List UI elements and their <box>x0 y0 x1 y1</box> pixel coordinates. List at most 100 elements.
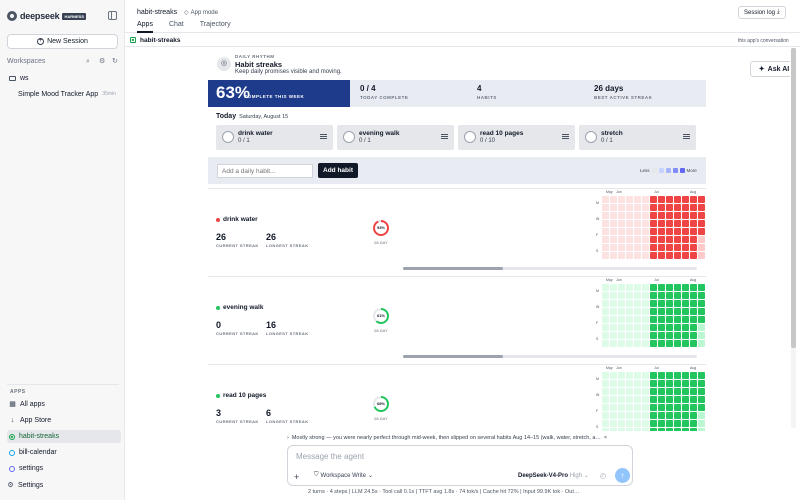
menu-icon[interactable] <box>683 134 690 139</box>
ask-ai-button[interactable]: ✦ Ask AI <box>750 61 790 77</box>
settings-button[interactable]: ⚙ Settings <box>7 482 43 489</box>
app-title: habit-streaks <box>137 9 178 16</box>
history-icon[interactable]: ◴ <box>600 472 606 480</box>
sidebar-item-bill-calendar[interactable]: bill-calendar <box>7 446 121 459</box>
habit-card-stretch[interactable]: stretch 0 / 1 <box>579 125 696 150</box>
scrollbar-thumb[interactable] <box>791 48 796 348</box>
scrollbar-thumb[interactable] <box>403 267 503 270</box>
scrollbar-thumb[interactable] <box>403 355 503 358</box>
heatmap-cell <box>602 292 609 299</box>
habit-name: drink water <box>223 216 258 223</box>
check-circle[interactable] <box>222 131 234 143</box>
menu-icon[interactable] <box>320 134 327 139</box>
month-label: May <box>606 190 613 194</box>
heatmap-cell <box>698 236 705 243</box>
heatmap-cell <box>658 388 665 395</box>
heatmap-cell <box>602 228 609 235</box>
close-icon[interactable]: × <box>604 435 607 441</box>
heatmap-cell <box>610 324 617 331</box>
heatmap-cell <box>674 332 681 339</box>
heatmap-cell <box>602 252 609 259</box>
conversation-scope[interactable]: this app's conversation <box>738 38 789 44</box>
heatmap-cell <box>650 404 657 411</box>
add-habit-input[interactable] <box>217 164 313 178</box>
heatmap-cell <box>698 404 705 411</box>
heatmap-cell <box>634 324 641 331</box>
check-circle[interactable] <box>585 131 597 143</box>
heatmap-cell <box>650 316 657 323</box>
heatmap-cell <box>610 308 617 315</box>
heatmap-cell <box>602 308 609 315</box>
stat-value: 26 days <box>594 84 624 93</box>
check-circle[interactable] <box>464 131 476 143</box>
heatmap-cell <box>690 332 697 339</box>
day-label: F <box>596 321 599 325</box>
model-selector[interactable]: DeepSeek-V4-Pro High ⌄ <box>518 472 589 479</box>
check-circle[interactable] <box>343 131 355 143</box>
add-habit-button[interactable]: Add habit <box>318 163 358 178</box>
heatmap-cell <box>602 220 609 227</box>
sidebar-toggle-icon[interactable] <box>108 11 117 20</box>
logo: deepseek HARNESS <box>7 11 86 21</box>
heatmap-cell <box>650 396 657 403</box>
heatmap-cell <box>610 284 617 291</box>
heatmap-cell <box>674 300 681 307</box>
heatmap-cell <box>698 228 705 235</box>
app-content: ◎ DAILY RHYTHM Habit streaks Keep daily … <box>125 48 790 431</box>
heatmap-cell <box>698 412 705 419</box>
workspace-folder[interactable]: ws <box>9 75 29 82</box>
refresh-icon[interactable]: ↻ <box>112 58 119 65</box>
tab-chat[interactable]: Chat <box>169 21 184 33</box>
new-session-button[interactable]: + New Session <box>7 34 118 49</box>
menu-icon[interactable] <box>562 134 569 139</box>
heatmap-cell <box>642 380 649 387</box>
menu-icon[interactable] <box>441 134 448 139</box>
heatmap-cell <box>682 212 689 219</box>
heatmap-cell <box>634 420 641 427</box>
workspace-write-label: Workspace Write <box>320 472 366 479</box>
sparkle-icon: ✦ <box>758 66 765 73</box>
heatmap-cell <box>602 340 609 347</box>
search-icon[interactable]: ⌕ <box>86 58 93 65</box>
sidebar-item-all-apps[interactable]: ▦ All apps <box>7 398 121 411</box>
heatmap-cell <box>618 212 625 219</box>
app-mode-button[interactable]: ◇ App mode <box>184 9 218 17</box>
heatmap-cell <box>642 324 649 331</box>
heatmap-cell <box>674 220 681 227</box>
filter-icon[interactable]: ⚙ <box>99 58 106 65</box>
sidebar-item-label: All apps <box>20 401 45 408</box>
sidebar-item-habit-streaks[interactable]: ■ habit-streaks <box>7 430 121 443</box>
heatmap-cell <box>642 428 649 431</box>
habit-card-read-10-pages[interactable]: read 10 pages 0 / 10 <box>458 125 575 150</box>
heatmap-cell <box>642 308 649 315</box>
session-log-button[interactable]: Session log ⤓ <box>738 6 786 19</box>
sidebar-item-app-store[interactable]: ↓ App Store <box>7 414 121 427</box>
habit-color-dot <box>216 306 220 310</box>
legend-swatch <box>658 168 664 173</box>
habit-card-drink-water[interactable]: drink water 0 / 1 <box>216 125 333 150</box>
heatmap-cell <box>626 308 633 315</box>
habit-card-evening-walk[interactable]: evening walk 0 / 1 <box>337 125 454 150</box>
heatmap-cell <box>690 300 697 307</box>
heatmap-cell <box>642 332 649 339</box>
plus-circle-icon: + <box>37 38 45 45</box>
chevron-down-icon: ⌄ <box>583 473 589 479</box>
message-input[interactable]: Message the agent <box>296 452 364 461</box>
tab-trajectory[interactable]: Trajectory <box>200 21 231 33</box>
sidebar-item-settings-app[interactable]: settings <box>7 462 121 475</box>
attach-plus-icon[interactable]: + <box>294 472 299 482</box>
month-label: Jun <box>616 190 622 194</box>
tab-apps[interactable]: Apps <box>137 21 153 33</box>
heatmap-cell <box>698 244 705 251</box>
heatmap-cell <box>658 292 665 299</box>
heatmap-cell <box>698 316 705 323</box>
agent-notice[interactable]: › Mostly strong — you were nearly perfec… <box>287 432 632 443</box>
workspace-write-dropdown[interactable]: ⛉ Workspace Write ⌄ <box>314 472 373 479</box>
habit-row: evening walk 0 CURRENT STREAK 16 LONGEST STR… <box>208 278 706 364</box>
heatmap-cell <box>610 316 617 323</box>
heatmap-cell <box>634 404 641 411</box>
send-button[interactable]: ↑ <box>615 468 630 483</box>
session-item[interactable]: Simple Mood Tracker App 35min <box>18 91 116 98</box>
current-value: 26 <box>216 232 227 242</box>
heatmap-cell <box>642 212 649 219</box>
